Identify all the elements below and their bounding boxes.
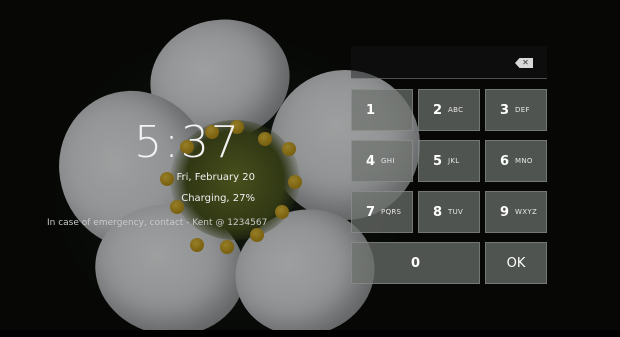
key-5[interactable]: 5 JKL <box>418 140 480 182</box>
key-letters: ABC <box>448 106 464 114</box>
key-digit: 1 <box>366 102 376 118</box>
key-letters: TUV <box>448 208 464 216</box>
key-4[interactable]: 4 GHI <box>351 140 413 182</box>
owner-info: In case of emergency, contact - Kent @ 1… <box>47 218 268 228</box>
key-2[interactable]: 2 ABC <box>418 89 480 131</box>
key-9[interactable]: 9 WXYZ <box>485 191 547 233</box>
key-8[interactable]: 8 TUV <box>418 191 480 233</box>
key-letters: WXYZ <box>515 208 538 216</box>
ok-label: OK <box>506 255 526 271</box>
key-3[interactable]: 3 DEF <box>485 89 547 131</box>
key-letters: PQRS <box>381 208 402 216</box>
key-1[interactable]: 1 <box>351 89 413 131</box>
key-digit: 5 <box>433 153 443 169</box>
key-letters: MNO <box>515 157 533 165</box>
key-letters: JKL <box>448 157 460 165</box>
key-letters: DEF <box>515 106 530 114</box>
system-nav-bar <box>0 330 620 337</box>
key-digit: 4 <box>366 153 376 169</box>
key-7[interactable]: 7 PQRS <box>351 191 413 233</box>
lockscreen-date: Fri, February 20 <box>176 172 256 183</box>
lockscreen-clock: 5:37 <box>134 117 241 168</box>
pin-entry-field[interactable]: ✕ <box>351 46 547 79</box>
key-digit: 8 <box>433 204 443 220</box>
key-digit: 9 <box>500 204 510 220</box>
key-digit: 0 <box>410 255 421 271</box>
key-6[interactable]: 6 MNO <box>485 140 547 182</box>
key-0[interactable]: 0 <box>351 242 480 284</box>
key-digit: 7 <box>366 204 376 220</box>
key-digit: 6 <box>500 153 510 169</box>
key-digit: 3 <box>500 102 510 118</box>
ok-button[interactable]: OK <box>485 242 547 284</box>
key-digit: 2 <box>433 102 443 118</box>
charging-status: Charging, 27% <box>181 193 255 204</box>
backspace-icon[interactable]: ✕ <box>515 58 533 68</box>
key-letters: GHI <box>381 157 395 165</box>
